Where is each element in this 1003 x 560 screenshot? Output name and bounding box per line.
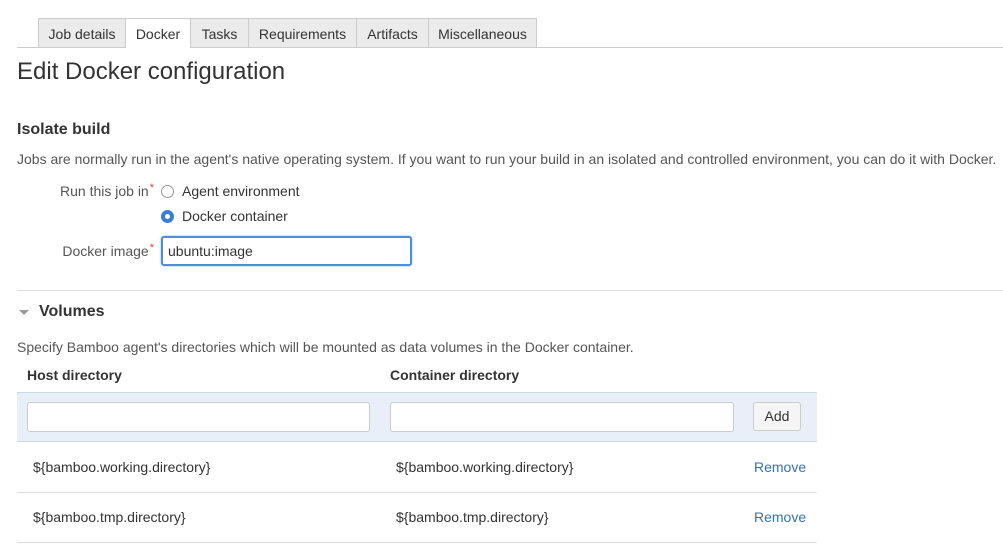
radio-docker-container-label: Docker container	[182, 208, 288, 224]
remove-volume-link[interactable]: Remove	[754, 509, 806, 525]
table-cell-container: ${bamboo.working.directory}	[396, 459, 574, 475]
radio-button-checked[interactable]	[161, 209, 174, 223]
required-asterisk: *	[149, 242, 154, 254]
docker-image-input[interactable]	[161, 236, 412, 266]
tab-requirements[interactable]: Requirements	[248, 18, 357, 47]
collapse-caret-icon	[19, 309, 29, 315]
page-title: Edit Docker configuration	[17, 58, 286, 85]
container-directory-input[interactable]	[390, 402, 734, 432]
table-row-divider	[17, 542, 817, 543]
run-job-in-label: Run this job in*	[40, 182, 154, 199]
docker-image-label: Docker image*	[40, 242, 154, 259]
radio-docker-container[interactable]: Docker container	[161, 206, 288, 226]
volumes-description: Specify Bamboo agent's directories which…	[17, 339, 634, 355]
isolate-build-description: Jobs are normally run in the agent's nat…	[17, 151, 997, 167]
host-directory-input[interactable]	[27, 402, 370, 432]
table-cell-container: ${bamboo.tmp.directory}	[396, 509, 549, 525]
radio-agent-environment-label: Agent environment	[182, 183, 300, 199]
docker-image-label-text: Docker image	[62, 243, 149, 259]
radio-agent-environment[interactable]: Agent environment	[161, 181, 300, 201]
column-header-container-directory: Container directory	[390, 367, 520, 383]
table-cell-host: ${bamboo.working.directory}	[33, 459, 211, 475]
table-cell-host: ${bamboo.tmp.directory}	[33, 509, 186, 525]
required-asterisk: *	[149, 182, 154, 194]
tab-miscellaneous[interactable]: Miscellaneous	[428, 18, 537, 47]
volumes-heading: Volumes	[39, 303, 105, 320]
tab-docker[interactable]: Docker	[125, 18, 191, 48]
section-divider	[17, 290, 1003, 291]
tab-bar: Job details Docker Tasks Requirements Ar…	[17, 18, 1003, 48]
isolate-build-heading: Isolate build	[17, 121, 111, 138]
run-job-in-label-text: Run this job in	[60, 183, 149, 199]
tab-artifacts[interactable]: Artifacts	[356, 18, 429, 47]
remove-volume-link[interactable]: Remove	[754, 459, 806, 475]
add-volume-button[interactable]: Add	[753, 402, 801, 431]
volumes-toggle[interactable]: Volumes	[17, 303, 105, 321]
table-row-divider	[17, 492, 817, 493]
tab-job-details[interactable]: Job details	[38, 18, 126, 47]
radio-button-unchecked[interactable]	[161, 184, 174, 198]
column-header-host-directory: Host directory	[27, 367, 122, 383]
tab-tasks[interactable]: Tasks	[190, 18, 249, 47]
